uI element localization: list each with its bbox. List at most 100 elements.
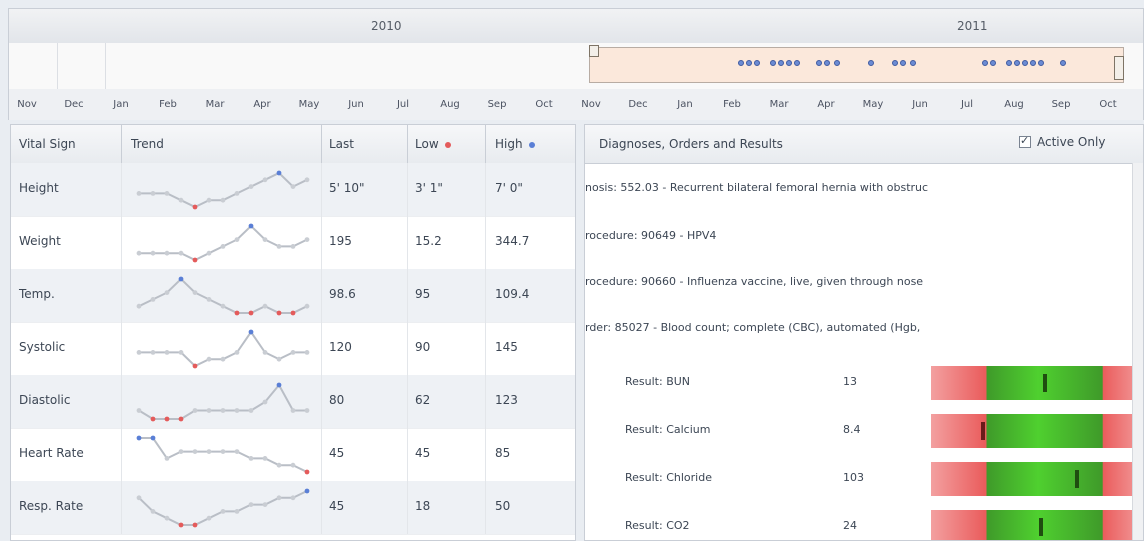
event-marker[interactable] — [746, 60, 752, 66]
trend-point — [304, 350, 310, 355]
trend-point — [178, 197, 184, 203]
trend-point — [136, 435, 142, 441]
trend-point — [290, 184, 296, 189]
trend-point — [192, 290, 198, 295]
range-start-handle[interactable] — [589, 45, 599, 57]
trend-point — [136, 250, 142, 256]
procedure-entry[interactable]: rocedure: 90649 - HPV4 — [585, 229, 1133, 242]
result-value: 8.4 — [843, 423, 861, 436]
vital-last-value: 45 — [329, 499, 345, 513]
trend-point — [178, 416, 184, 422]
trend-point — [150, 435, 156, 441]
month-label: Jan — [677, 99, 693, 110]
trend-sparkline — [136, 276, 310, 316]
vital-row[interactable]: Resp. Rate 45 18 50 — [11, 481, 575, 535]
trend-point — [234, 350, 240, 355]
trend-point — [234, 449, 240, 454]
column-header-last[interactable]: Last — [329, 137, 354, 151]
vital-row[interactable]: Heart Rate 45 45 85 — [11, 428, 575, 482]
trend-point — [290, 462, 296, 468]
trend-point — [206, 356, 212, 362]
vital-sign-name: Heart Rate — [19, 446, 84, 460]
result-value: 24 — [843, 519, 857, 532]
vital-row[interactable]: Diastolic 80 62 123 — [11, 375, 575, 429]
trend-point — [290, 310, 296, 316]
month-label: Aug — [440, 99, 460, 110]
trend-point — [234, 310, 240, 316]
event-marker[interactable] — [754, 60, 760, 66]
trend-point — [136, 350, 142, 355]
selected-range[interactable] — [589, 45, 1124, 83]
vital-sign-name: Weight — [19, 234, 61, 248]
event-marker[interactable] — [778, 60, 784, 66]
event-marker[interactable] — [738, 60, 744, 66]
month-label: Dec — [64, 99, 84, 110]
vital-last-value: 80 — [329, 393, 345, 407]
event-marker[interactable] — [824, 60, 830, 66]
column-header-high[interactable]: High — [495, 137, 535, 151]
trend-point — [192, 363, 198, 369]
procedure-entry[interactable]: rocedure: 90660 - Influenza vaccine, liv… — [585, 275, 1133, 288]
result-marker — [1043, 374, 1047, 392]
result-range-gauge — [931, 462, 1143, 496]
vital-low-value: 62 — [415, 393, 431, 407]
range-end-handle[interactable] — [1114, 56, 1124, 80]
vital-row[interactable]: Height 5' 10" 3' 1" 7' 0" — [11, 163, 575, 217]
diagnoses-title: Diagnoses, Orders and Results — [599, 137, 783, 151]
result-range-gauge — [931, 414, 1143, 448]
column-header-trend[interactable]: Trend — [131, 137, 164, 151]
month-label: Nov — [17, 99, 37, 110]
event-marker[interactable] — [794, 60, 800, 66]
checkbox-checked-icon[interactable] — [1019, 134, 1031, 148]
vital-row[interactable]: Weight 195 15.2 344.7 — [11, 216, 575, 270]
month-label: Jan — [113, 99, 129, 110]
trend-point — [178, 250, 184, 256]
event-marker[interactable] — [1038, 60, 1044, 66]
trend-point — [206, 197, 212, 203]
vital-last-value: 45 — [329, 446, 345, 460]
diagnosis-entry[interactable]: nosis: 552.03 - Recurrent bilateral femo… — [585, 181, 1133, 194]
event-marker[interactable] — [834, 60, 840, 66]
trend-sparkline — [136, 435, 310, 475]
month-label: Jul — [960, 99, 974, 110]
vital-row[interactable]: Systolic 120 90 145 — [11, 322, 575, 376]
trend-point — [192, 522, 198, 528]
low-marker-icon — [444, 141, 451, 148]
event-marker[interactable] — [982, 60, 988, 66]
column-header-low[interactable]: Low — [415, 137, 451, 151]
vital-low-value: 18 — [415, 499, 431, 513]
month-label: Mar — [769, 99, 789, 110]
event-marker[interactable] — [1030, 60, 1036, 66]
trend-point — [164, 191, 170, 196]
event-marker[interactable] — [900, 60, 906, 66]
trend-point — [304, 237, 310, 242]
trend-point — [276, 356, 282, 362]
event-marker[interactable] — [1022, 60, 1028, 66]
event-marker[interactable] — [892, 60, 898, 66]
trend-point — [164, 250, 170, 256]
vital-sign-name: Diastolic — [19, 393, 71, 407]
trend-point — [276, 382, 282, 388]
event-marker[interactable] — [770, 60, 776, 66]
trend-point — [220, 244, 226, 249]
event-marker[interactable] — [1014, 60, 1020, 66]
month-label: Feb — [723, 99, 741, 110]
event-marker[interactable] — [1060, 60, 1066, 66]
event-marker[interactable] — [910, 60, 916, 66]
active-only-checkbox[interactable]: Active Only — [1019, 134, 1105, 149]
trend-point — [304, 488, 310, 494]
event-marker[interactable] — [786, 60, 792, 66]
column-header-vital-sign[interactable]: Vital Sign — [19, 137, 76, 151]
trend-point — [178, 522, 184, 528]
event-marker[interactable] — [1006, 60, 1012, 66]
event-marker[interactable] — [990, 60, 996, 66]
vital-row[interactable]: Temp. 98.6 95 109.4 — [11, 269, 575, 323]
trend-point — [248, 310, 254, 316]
vital-last-value: 120 — [329, 340, 352, 354]
event-marker[interactable] — [868, 60, 874, 66]
order-entry[interactable]: rder: 85027 - Blood count; complete (CBC… — [585, 321, 1133, 334]
event-marker[interactable] — [816, 60, 822, 66]
diagnoses-scrollbar[interactable] — [1132, 163, 1143, 540]
vital-low-value: 15.2 — [415, 234, 442, 248]
vital-high-value: 145 — [495, 340, 518, 354]
